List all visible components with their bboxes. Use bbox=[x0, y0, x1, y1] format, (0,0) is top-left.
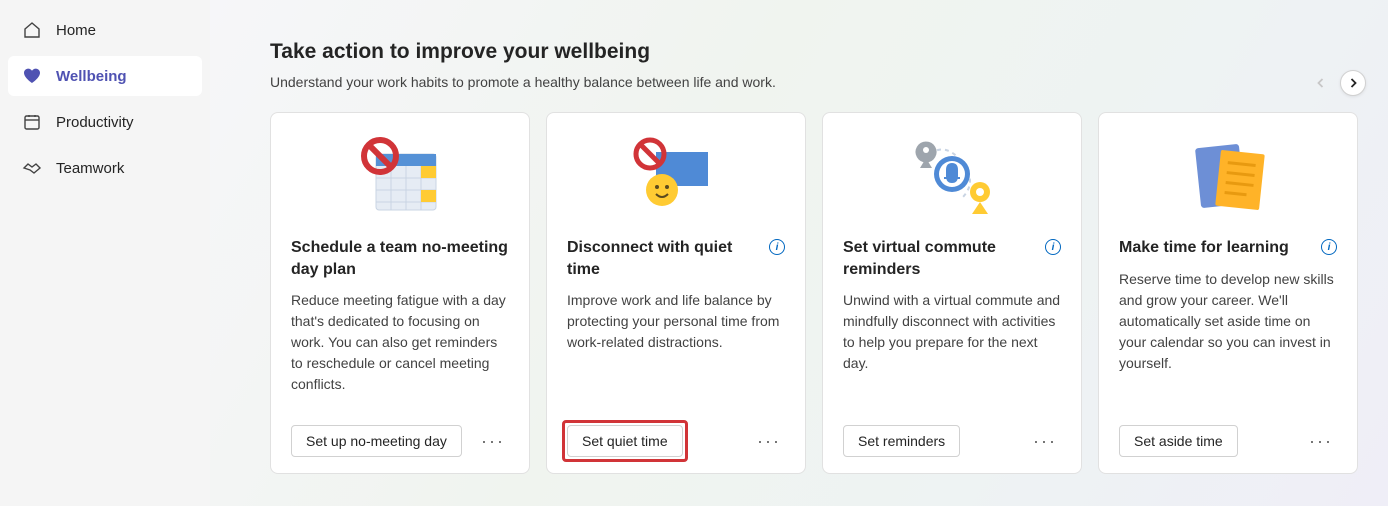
quiet-time-illustration bbox=[567, 131, 785, 223]
card-title: Disconnect with quiet time bbox=[567, 237, 761, 280]
set-aside-time-button[interactable]: Set aside time bbox=[1119, 425, 1238, 457]
sidebar-item-label: Wellbeing bbox=[56, 68, 127, 85]
carousel-nav bbox=[1308, 70, 1366, 96]
carousel-next-button[interactable] bbox=[1340, 70, 1366, 96]
cards-row: Schedule a team no-meeting day plan Redu… bbox=[270, 112, 1388, 474]
highlight-box: Set quiet time bbox=[562, 420, 688, 462]
wellbeing-card: Set virtual commute reminders i Unwind w… bbox=[822, 112, 1082, 474]
set-up-no-meeting-day-button[interactable]: Set up no-meeting day bbox=[291, 425, 462, 457]
card-description: Unwind with a virtual commute and mindfu… bbox=[843, 290, 1061, 374]
heart-icon bbox=[22, 66, 42, 86]
carousel-prev-button[interactable] bbox=[1308, 70, 1334, 96]
virtual-commute-illustration bbox=[843, 131, 1061, 223]
card-description: Reduce meeting fatigue with a day that's… bbox=[291, 290, 509, 395]
calendar-icon bbox=[22, 112, 42, 132]
no-meeting-day-illustration bbox=[291, 131, 509, 223]
sidebar-item-teamwork[interactable]: Teamwork bbox=[8, 148, 202, 188]
handshake-icon bbox=[22, 158, 42, 178]
more-options-icon[interactable]: ··· bbox=[477, 428, 509, 454]
sidebar-item-home[interactable]: Home bbox=[8, 10, 202, 50]
card-description: Reserve time to develop new skills and g… bbox=[1119, 269, 1337, 374]
info-icon[interactable]: i bbox=[1321, 239, 1337, 255]
learning-illustration bbox=[1119, 131, 1337, 223]
more-options-icon[interactable]: ··· bbox=[753, 428, 785, 454]
card-title: Make time for learning bbox=[1119, 237, 1313, 259]
main-content: Take action to improve your wellbeing Un… bbox=[210, 0, 1388, 506]
home-icon bbox=[22, 20, 42, 40]
more-options-icon[interactable]: ··· bbox=[1305, 428, 1337, 454]
sidebar-item-label: Teamwork bbox=[56, 160, 124, 177]
set-reminders-button[interactable]: Set reminders bbox=[843, 425, 960, 457]
page-subtitle: Understand your work habits to promote a… bbox=[270, 74, 1388, 90]
card-title: Schedule a team no-meeting day plan bbox=[291, 237, 509, 280]
wellbeing-card: Make time for learning i Reserve time to… bbox=[1098, 112, 1358, 474]
page-title: Take action to improve your wellbeing bbox=[270, 40, 1388, 64]
sidebar-item-label: Productivity bbox=[56, 114, 134, 131]
sidebar-item-wellbeing[interactable]: Wellbeing bbox=[8, 56, 202, 96]
info-icon[interactable]: i bbox=[769, 239, 785, 255]
sidebar: Home Wellbeing Productivity Teamwork bbox=[0, 0, 210, 506]
info-icon[interactable]: i bbox=[1045, 239, 1061, 255]
more-options-icon[interactable]: ··· bbox=[1029, 428, 1061, 454]
card-title: Set virtual commute reminders bbox=[843, 237, 1037, 280]
wellbeing-card: Schedule a team no-meeting day plan Redu… bbox=[270, 112, 530, 474]
sidebar-item-productivity[interactable]: Productivity bbox=[8, 102, 202, 142]
wellbeing-card: Disconnect with quiet time i Improve wor… bbox=[546, 112, 806, 474]
sidebar-item-label: Home bbox=[56, 22, 96, 39]
set-quiet-time-button[interactable]: Set quiet time bbox=[567, 425, 683, 457]
card-description: Improve work and life balance by protect… bbox=[567, 290, 785, 353]
